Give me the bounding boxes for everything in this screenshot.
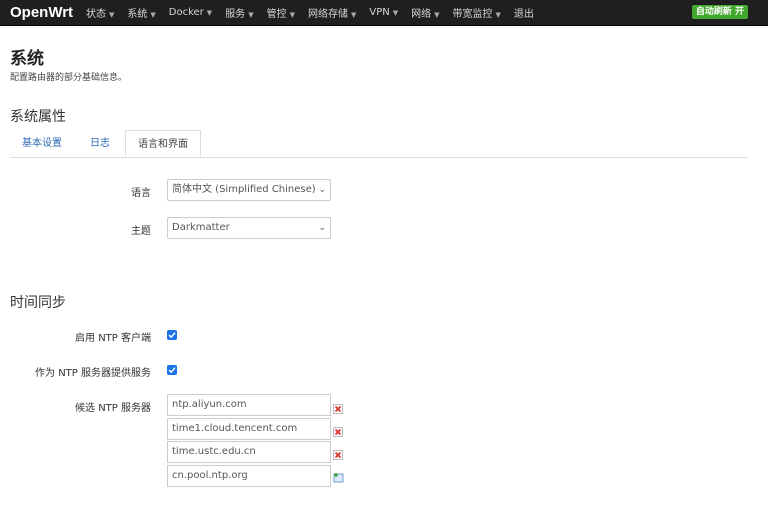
- menu-system-label: 系统: [127, 9, 148, 20]
- chevron-down-icon: ▼: [150, 11, 156, 19]
- menu-status[interactable]: 状态 ▼: [86, 5, 114, 20]
- chevron-down-icon: ▼: [289, 11, 295, 19]
- menu-bandwidth[interactable]: 带宽监控 ▼: [453, 5, 501, 20]
- theme-select-value: Darkmatter: [172, 222, 230, 233]
- page-description: 配置路由器的部分基础信息。: [10, 73, 128, 83]
- candidate-ntp-servers-label: 候选 NTP 服务器: [75, 403, 151, 414]
- language-select[interactable]: 简体中文 (Simplified Chinese) ⌄: [167, 179, 331, 201]
- auto-refresh-toggle[interactable]: 自动刷新 开: [691, 5, 748, 19]
- menu-docker-label: Docker: [168, 7, 204, 18]
- section-title-system-properties: 系统属性: [10, 109, 66, 125]
- tab-language-ui[interactable]: 语言和界面: [125, 130, 201, 157]
- chevron-down-icon: ▼: [495, 11, 501, 19]
- chevron-down-icon: ▼: [350, 11, 357, 19]
- menu-control-label: 管控: [266, 9, 287, 20]
- chevron-down-icon: ▼: [206, 9, 213, 17]
- menu-services-label: 服务: [225, 9, 246, 20]
- remove-icon[interactable]: [333, 422, 343, 437]
- menu-logout[interactable]: 退出: [514, 5, 534, 20]
- menu-status-label: 状态: [86, 9, 106, 20]
- ntp-server-input-1[interactable]: ntp.aliyun.com: [167, 394, 331, 416]
- chevron-down-icon: ▼: [434, 11, 440, 19]
- chevron-down-icon: ⌄: [318, 185, 326, 195]
- menu-services[interactable]: 服务 ▼: [225, 5, 253, 20]
- top-navbar: OpenWrt 状态 ▼ 系统 ▼ Docker ▼ 服务 ▼ 管控 ▼ 网络存储 ▼ VP…: [0, 0, 768, 26]
- theme-label: 主题: [131, 226, 151, 237]
- menu-logout-label: 退出: [513, 9, 534, 20]
- remove-icon[interactable]: [333, 399, 343, 414]
- menu-network-label: 网络: [411, 9, 432, 20]
- remove-icon[interactable]: [333, 445, 343, 460]
- add-icon[interactable]: [333, 468, 344, 483]
- menu-system[interactable]: 系统 ▼: [127, 5, 155, 20]
- ntp-server-input-4[interactable]: cn.pool.ntp.org: [167, 465, 331, 487]
- menu-docker[interactable]: Docker ▼: [169, 7, 212, 18]
- menu-nas[interactable]: 网络存储 ▼: [308, 5, 356, 20]
- menu-bandwidth-label: 带宽监控: [452, 9, 493, 20]
- ntp-server-label: 作为 NTP 服务器提供服务: [35, 368, 151, 379]
- ntp-server-input-3[interactable]: time.ustc.edu.cn: [167, 441, 331, 463]
- menu-network[interactable]: 网络 ▼: [411, 5, 439, 20]
- chevron-down-icon: ▼: [109, 11, 115, 19]
- ntp-server-input-2[interactable]: time1.cloud.tencent.com: [167, 418, 331, 440]
- main-menu: 状态 ▼ 系统 ▼ Docker ▼ 服务 ▼ 管控 ▼ 网络存储 ▼ VPN ▼ 网络 ▼ 带…: [86, 0, 547, 25]
- theme-select[interactable]: Darkmatter ⌄: [167, 217, 331, 239]
- menu-vpn-label: VPN: [369, 7, 390, 18]
- menu-vpn[interactable]: VPN ▼: [369, 7, 398, 18]
- section-title-time-sync: 时间同步: [10, 295, 66, 311]
- check-icon: [168, 332, 176, 339]
- menu-nas-label: 网络存储: [307, 9, 348, 20]
- enable-ntp-client-label: 启用 NTP 客户端: [75, 333, 151, 344]
- menu-control[interactable]: 管控 ▼: [267, 5, 295, 20]
- chevron-down-icon: ▼: [248, 11, 254, 19]
- language-select-value: 简体中文 (Simplified Chinese): [172, 184, 316, 195]
- page-title: 系统: [10, 49, 44, 69]
- tab-basic-settings[interactable]: 基本设置: [22, 130, 62, 157]
- tab-bar: 基本设置 日志 语言和界面: [10, 130, 748, 158]
- tab-logging[interactable]: 日志: [90, 130, 110, 157]
- enable-ntp-client-checkbox[interactable]: [167, 330, 177, 340]
- brand-logo[interactable]: OpenWrt: [0, 4, 86, 21]
- language-label: 语言: [131, 188, 151, 199]
- chevron-down-icon: ▼: [392, 9, 399, 17]
- check-icon: [168, 367, 176, 374]
- ntp-server-checkbox[interactable]: [167, 365, 177, 375]
- chevron-down-icon: ⌄: [318, 223, 326, 233]
